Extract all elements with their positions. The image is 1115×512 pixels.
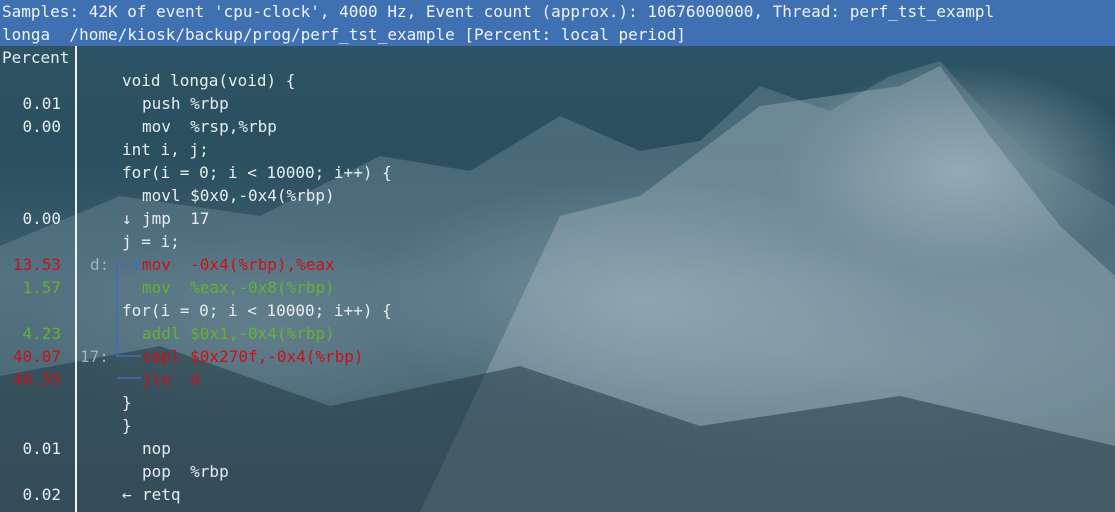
jump-arrows xyxy=(116,260,141,379)
jump-arrowhead-icon xyxy=(135,260,141,268)
jump-loop-line xyxy=(116,263,141,357)
